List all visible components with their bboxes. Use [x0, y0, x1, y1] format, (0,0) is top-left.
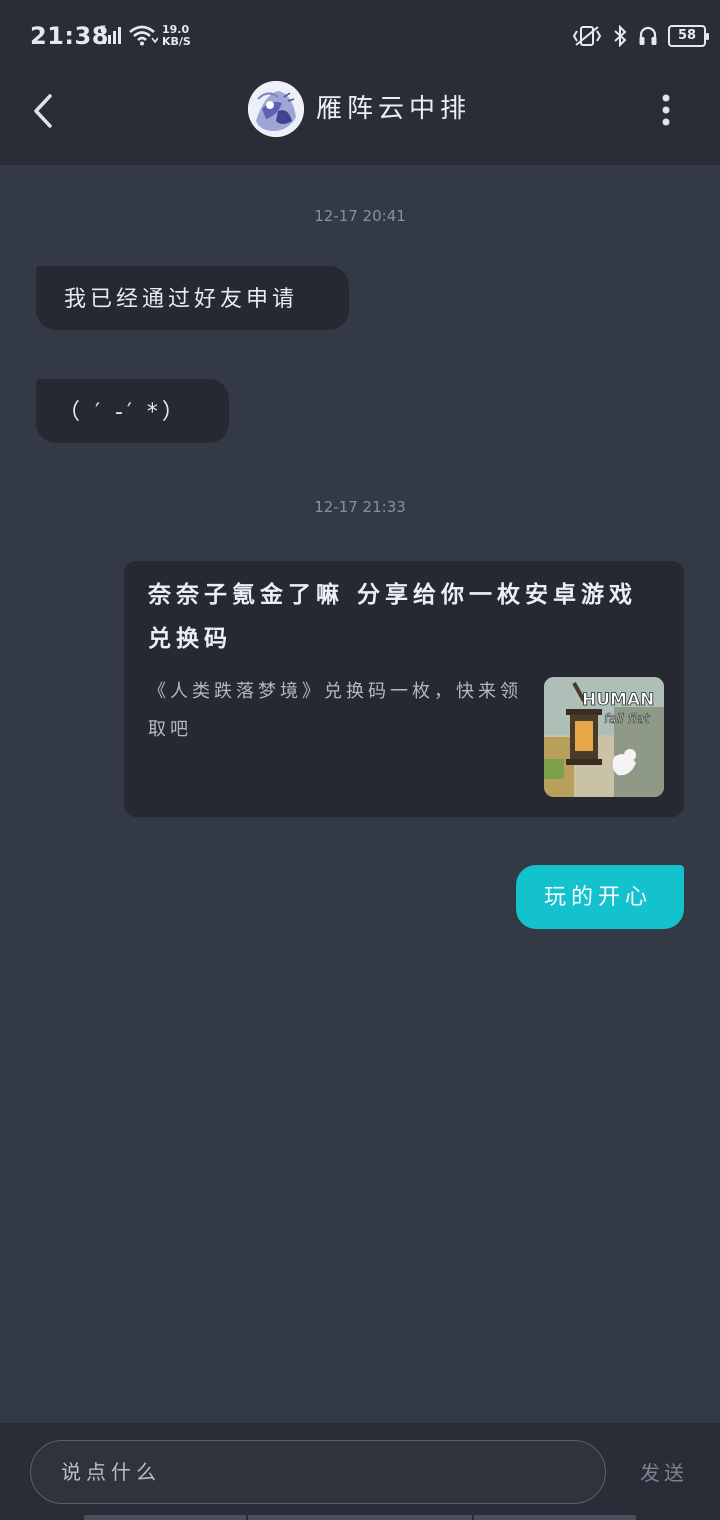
message-list[interactable]: 12-17 20:41 我已经通过好友申请 （ ′ -′ *） 12-17 21…: [0, 165, 720, 1423]
svg-text:E: E: [100, 25, 106, 35]
contact-name: 雁阵云中排: [316, 94, 472, 124]
back-button[interactable]: [26, 88, 62, 134]
thumbnail-subtitle: fall flat: [604, 712, 650, 727]
network-speed: 19.0 KB/S: [162, 24, 191, 48]
avatar[interactable]: [248, 81, 304, 137]
wifi-icon: [128, 24, 159, 46]
message-text: 玩的开心: [544, 885, 653, 910]
share-card-description: 《人类跌落梦境》兑换码一枚，快来领取吧: [148, 681, 522, 740]
status-icons: 58: [572, 24, 709, 48]
status-bar: 21:38 E 19.0 KB/S 58: [0, 0, 720, 70]
incoming-message-bubble[interactable]: （ ′ -′ *）: [36, 379, 229, 443]
vibrate-icon: [572, 25, 602, 47]
send-button[interactable]: 发送: [640, 1457, 688, 1486]
message-input[interactable]: [30, 1440, 606, 1504]
battery-indicator: 58: [668, 25, 709, 47]
bluetooth-icon: [612, 25, 628, 47]
message-text: 我已经通过好友申请: [64, 287, 299, 312]
status-time: 21:38: [30, 22, 109, 50]
more-vertical-icon: [662, 94, 670, 126]
signal-icon: E: [100, 24, 124, 46]
game-thumbnail: HUMAN fall flat: [544, 677, 664, 797]
outgoing-message-bubble[interactable]: 玩的开心: [516, 865, 684, 929]
message-text: （ ′ -′ *）: [58, 400, 188, 425]
chevron-left-icon: [34, 94, 52, 128]
more-options-button[interactable]: [654, 90, 678, 130]
speed-unit: KB/S: [162, 35, 191, 48]
keyboard-handle: [84, 1515, 636, 1520]
game-code-share-card[interactable]: 奈奈子氪金了嘛 分享给你一枚安卓游戏兑换码 《人类跌落梦境》兑换码一枚，快来领取…: [124, 561, 684, 817]
share-card-title: 奈奈子氪金了嘛 分享给你一枚安卓游戏兑换码: [148, 582, 638, 652]
headphones-icon: [638, 25, 658, 47]
message-timestamp: 12-17 20:41: [314, 207, 406, 225]
incoming-message-bubble[interactable]: 我已经通过好友申请: [36, 266, 349, 330]
avatar-image: [248, 81, 304, 137]
chat-header: 雁阵云中排: [0, 70, 720, 165]
thumbnail-title: HUMAN: [582, 690, 654, 710]
input-bar: 发送: [0, 1423, 720, 1520]
message-timestamp: 12-17 21:33: [314, 498, 406, 516]
